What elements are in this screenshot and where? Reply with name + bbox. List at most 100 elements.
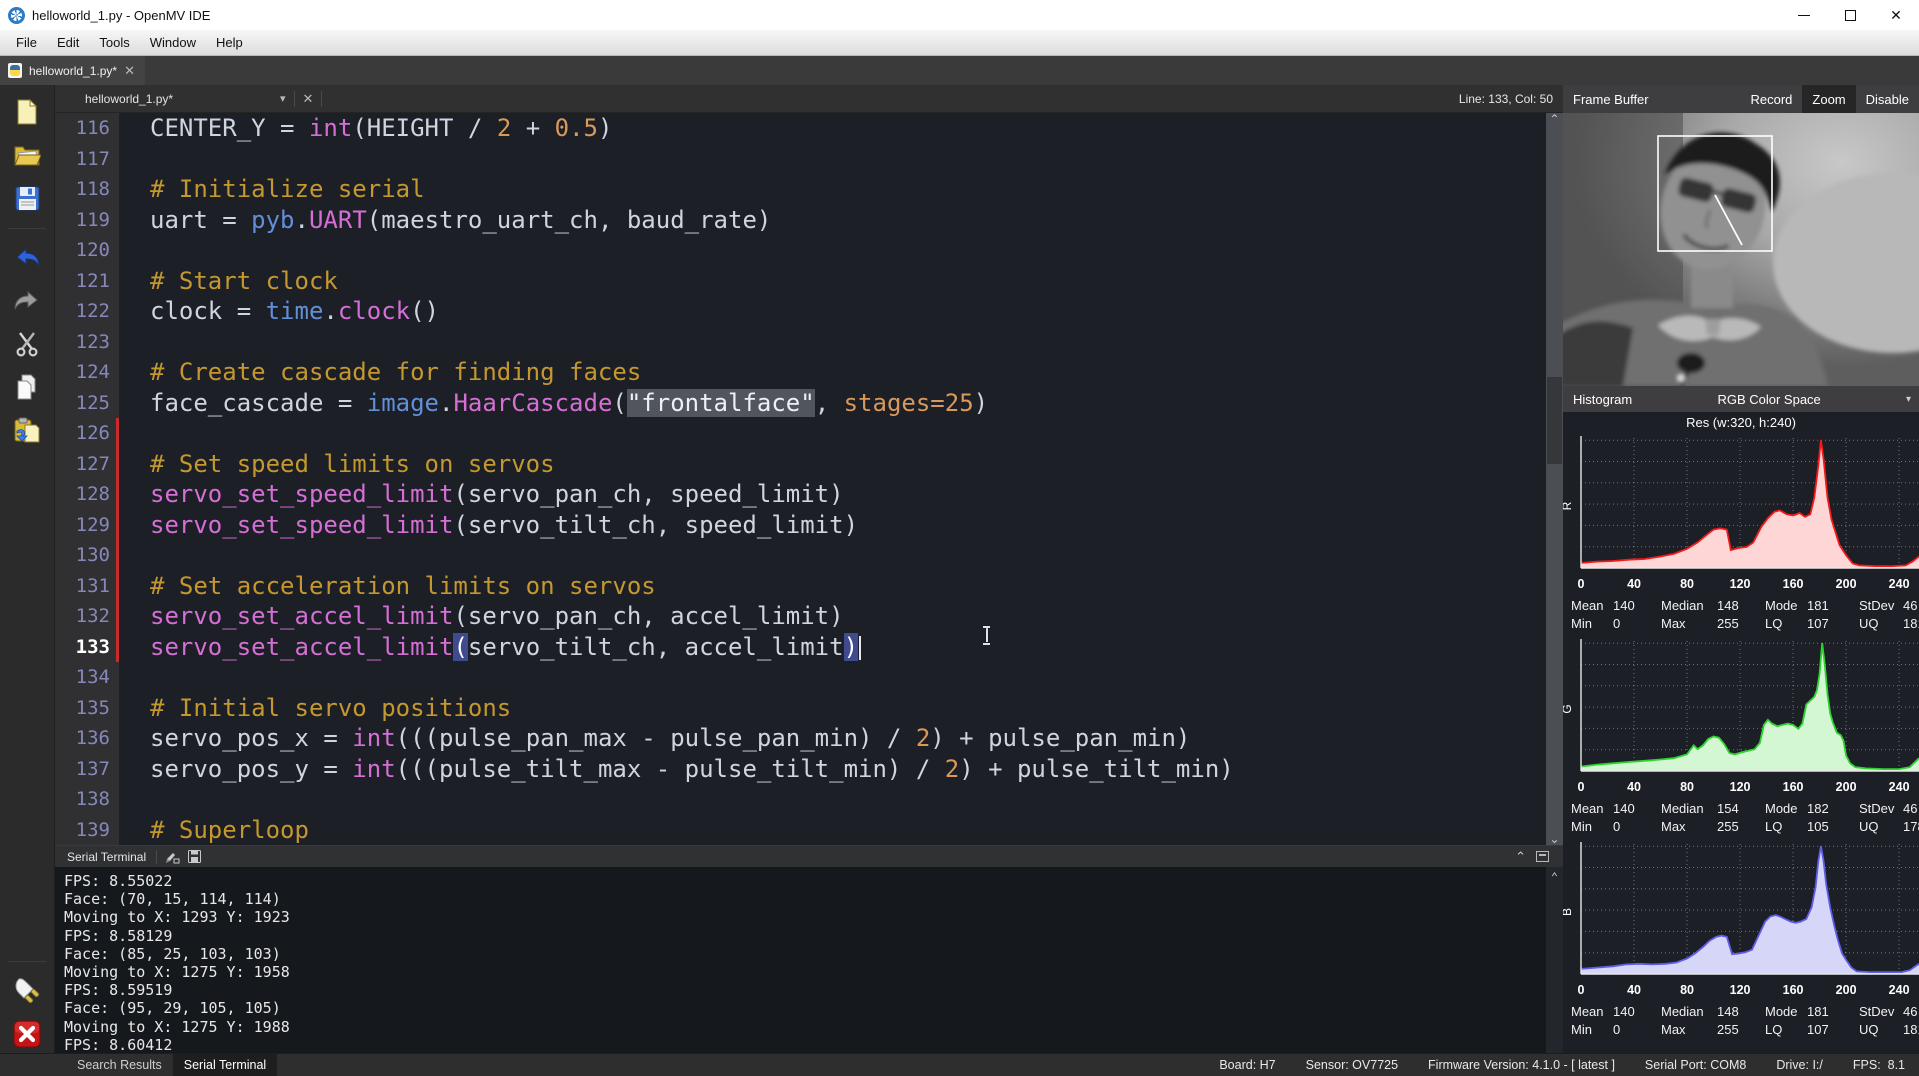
menu-item-tools[interactable]: Tools	[89, 30, 139, 55]
scroll-up-icon[interactable]: ⌃	[1549, 114, 1559, 124]
connect-button[interactable]	[12, 976, 42, 1006]
gutter-line-121: 121	[55, 266, 119, 297]
x-tick-label: 120	[1730, 780, 1751, 794]
terminal-line: FPS: 8.58129	[64, 927, 1563, 945]
histogram-r-channel: R04080120160200240Mean140Median148Mode18…	[1563, 434, 1919, 637]
x-tick-label: 40	[1627, 577, 1641, 591]
disconnect-button[interactable]	[12, 1019, 42, 1049]
code-line-138	[150, 784, 1563, 815]
x-axis-ticks: 04080120160200240	[1563, 983, 1919, 1001]
code-line-125: face_cascade = image.HaarCascade("fronta…	[150, 388, 1563, 419]
redo-button[interactable]	[12, 286, 42, 316]
minimize-button[interactable]	[1781, 0, 1827, 30]
terminal-line: FPS: 8.60412	[64, 1036, 1563, 1054]
code-token: 2	[916, 724, 930, 752]
code-token: servo_pos_x =	[150, 724, 352, 752]
stat-mode: Mode181	[1765, 1004, 1859, 1019]
gutter-line-132: 132	[55, 601, 119, 632]
gutter-line-139: 139	[55, 815, 119, 846]
modified-line-marker	[116, 479, 119, 510]
stat-uq: UQ178	[1859, 819, 1919, 834]
stat-value: 181	[1903, 1022, 1919, 1037]
terminal-scroll-up-icon[interactable]: ⌃	[1551, 870, 1558, 884]
code-token: ) + pulse_pan_min)	[930, 724, 1190, 752]
float-panel-icon[interactable]	[1536, 851, 1549, 862]
open-file-button[interactable]	[12, 140, 42, 170]
save-file-button[interactable]	[12, 183, 42, 213]
code-token: (servo_pan_ch, accel_limit)	[453, 602, 843, 630]
clear-brush-icon	[165, 850, 180, 864]
close-button[interactable]: ✕	[1873, 0, 1919, 30]
scroll-down-icon[interactable]: ⌄	[1549, 834, 1559, 844]
x-tick-label: 200	[1836, 577, 1857, 591]
code-token: int	[309, 114, 352, 142]
collapse-terminal-icon[interactable]: ⌃	[1515, 852, 1526, 862]
code-line-136: servo_pos_x = int(((pulse_pan_max - puls…	[150, 723, 1563, 754]
new-file-button[interactable]	[12, 97, 42, 127]
menu-item-window[interactable]: Window	[140, 30, 206, 55]
stat-label: Max	[1661, 616, 1717, 631]
code-token: # Set acceleration limits on servos	[150, 572, 656, 600]
terminal-scrollbar[interactable]: ⌃	[1546, 867, 1563, 1053]
cut-icon	[14, 331, 40, 357]
menu-item-help[interactable]: Help	[206, 30, 253, 55]
stat-max: Max255	[1661, 616, 1765, 631]
gutter-line-127: 127	[55, 449, 119, 480]
histogram-g-channel: G04080120160200240Mean140Median154Mode18…	[1563, 637, 1919, 840]
editor-scrollbar[interactable]: ⌃ ⌄	[1546, 113, 1563, 845]
frame-buffer-record-button[interactable]: Record	[1740, 85, 1802, 113]
cut-button[interactable]	[12, 329, 42, 359]
stat-label: Mode	[1765, 1004, 1807, 1019]
paste-button[interactable]	[12, 415, 42, 445]
document-close-icon[interactable]: ✕	[295, 91, 322, 107]
code-token: UART	[309, 206, 367, 234]
stat-value: 181	[1807, 1004, 1829, 1019]
document-selector[interactable]: helloworld_1.py*	[77, 92, 272, 106]
menu-item-edit[interactable]: Edit	[47, 30, 89, 55]
clear-terminal-button[interactable]	[165, 850, 180, 864]
histogram-stats: Mean140Median148Mode181StDev46Min0Max255…	[1563, 1001, 1919, 1043]
code-token: servo_set_accel_limit	[150, 602, 453, 630]
serial-terminal-header: Serial Terminal ⌃	[55, 845, 1563, 867]
status-tab-search-results[interactable]: Search Results	[66, 1054, 173, 1076]
frame-buffer-zoom-button[interactable]: Zoom	[1802, 85, 1855, 113]
editor-column: helloworld_1.py* ▾ ✕ Line: 133, Col: 50 …	[55, 85, 1563, 1053]
colorspace-dropdown-icon[interactable]: ▾	[1906, 394, 1911, 405]
gutter-line-138: 138	[55, 784, 119, 815]
maximize-button[interactable]	[1827, 0, 1873, 30]
stat-label: LQ	[1765, 616, 1807, 631]
stat-lq: LQ107	[1765, 616, 1859, 631]
modified-line-marker	[116, 418, 119, 449]
openmv-logo-icon	[8, 7, 25, 24]
code-pane[interactable]: CENTER_Y = int(HEIGHT / 2 + 0.5)# Initia…	[119, 113, 1563, 845]
status-bar: Search ResultsSerial Terminal Board: H7S…	[0, 1053, 1919, 1076]
terminal-line: FPS: 8.55022	[64, 872, 1563, 890]
x-tick-label: 0	[1578, 983, 1585, 997]
document-dropdown-icon[interactable]: ▾	[272, 92, 294, 105]
editor-scroll-thumb[interactable]	[1547, 377, 1562, 465]
status-tab-serial-terminal[interactable]: Serial Terminal	[173, 1054, 277, 1076]
stat-mean: Mean140	[1571, 598, 1661, 613]
serial-terminal-output[interactable]: FPS: 8.55022Face: (70, 15, 114, 114)Movi…	[55, 867, 1563, 1053]
stat-value: 140	[1613, 801, 1635, 816]
code-token: )	[844, 633, 858, 661]
gutter-line-128: 128	[55, 479, 119, 510]
undo-button[interactable]	[12, 243, 42, 273]
menu-item-file[interactable]: File	[6, 30, 47, 55]
gutter-line-124: 124	[55, 357, 119, 388]
colorspace-select[interactable]: RGB Color Space	[1717, 392, 1820, 407]
stat-label: UQ	[1859, 616, 1903, 631]
gutter-line-130: 130	[55, 540, 119, 571]
editor-gutter: 1161171181191201211221231241251261271281…	[55, 113, 119, 845]
frame-buffer-disable-button[interactable]: Disable	[1856, 85, 1919, 113]
code-token: image	[367, 389, 439, 417]
copy-button[interactable]	[12, 372, 42, 402]
gutter-line-120: 120	[55, 235, 119, 266]
save-log-button[interactable]	[188, 850, 201, 863]
code-editor[interactable]: 1161171181191201211221231241251261271281…	[55, 113, 1563, 845]
x-tick-label: 80	[1680, 577, 1694, 591]
stat-label: Min	[1571, 616, 1613, 631]
file-tab[interactable]: helloworld_1.py* ✕	[0, 56, 145, 85]
x-tick-label: 40	[1627, 983, 1641, 997]
file-tab-close-icon[interactable]: ✕	[124, 63, 135, 79]
